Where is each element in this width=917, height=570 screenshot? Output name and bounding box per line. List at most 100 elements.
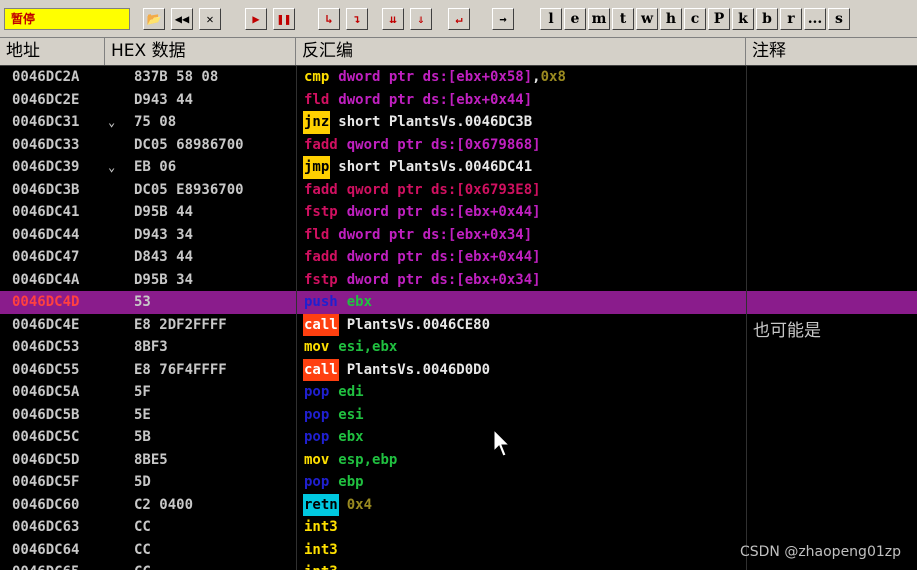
row-mnemonic: fstp	[304, 271, 338, 288]
toolbar-letter-button[interactable]: k	[732, 8, 754, 30]
trace-into-icon[interactable]: ⇊	[382, 8, 404, 30]
row-disassembly: pop ebx	[303, 426, 364, 449]
row-hex: CC	[134, 561, 151, 570]
listing-row[interactable]: 0046DC31 ⌄ 75 08 jnz short PlantsVs.0046DC3B	[0, 111, 917, 134]
column-disassembly[interactable]: 反汇编	[296, 38, 746, 65]
listing-row[interactable]: 0046DC63 CC int3	[0, 516, 917, 539]
toolbar-letter-button[interactable]: e	[564, 8, 586, 30]
row-address: 0046DC31	[12, 114, 80, 130]
row-operand: short PlantsVs.0046DC41	[338, 159, 533, 175]
row-operand: ebx	[346, 294, 373, 310]
goto-icon[interactable]: →	[492, 8, 514, 30]
close-icon[interactable]: ✕	[199, 8, 221, 30]
row-mnemonic: fadd	[304, 181, 338, 198]
listing-row[interactable]: 0046DC41 D95B 44 fstp dword ptr ds:[ebx+0x4…	[0, 201, 917, 224]
row-mnemonic: pop	[304, 474, 330, 490]
row-disassembly: int3	[303, 561, 347, 570]
row-disassembly: cmp dword ptr ds:[ebx+0x58],0x8	[303, 66, 566, 89]
listing-row[interactable]: 0046DC39 ⌄ EB 06 jmp short PlantsVs.0046DC41	[0, 156, 917, 179]
toolbar-letter-button[interactable]: m	[588, 8, 610, 30]
row-hex: D943 34	[134, 226, 194, 243]
watermark: CSDN @zhaopeng01zp	[739, 544, 901, 560]
row-address: 0046DC60	[12, 496, 80, 513]
row-mnemonic: int3	[304, 519, 338, 535]
row-disassembly: retn 0x4	[303, 493, 373, 516]
listing-row[interactable]: 0046DC5D 8BE5 mov esp,ebp	[0, 449, 917, 472]
row-mnemonic: jnz	[303, 111, 331, 134]
open-folder-icon[interactable]: 📂	[143, 8, 165, 30]
execute-till-return-icon[interactable]: ↵	[448, 8, 470, 30]
row-disassembly: call PlantsVs.0046D0D0	[303, 358, 490, 381]
toolbar-letter-button[interactable]: t	[612, 8, 634, 30]
column-hex[interactable]: HEX 数据	[105, 38, 296, 65]
row-disassembly: fadd dword ptr ds:[ebx+0x44]	[303, 246, 541, 269]
row-mnemonic: pop	[304, 384, 330, 400]
row-mnemonic: int3	[303, 561, 339, 570]
row-address: 0046DC33	[12, 136, 80, 153]
row-address: 0046DC65	[12, 561, 79, 570]
step-into-icon[interactable]: ↳	[318, 8, 340, 30]
row-address: 0046DC3B	[12, 181, 80, 198]
run-icon[interactable]: ▶	[245, 8, 267, 30]
pause-icon[interactable]: ❚❚	[273, 8, 295, 30]
row-mnemonic: fld	[304, 226, 330, 243]
row-hex: 5F	[134, 384, 151, 400]
row-hex: CC	[134, 541, 151, 558]
toolbar-letter-button[interactable]: r	[780, 8, 802, 30]
row-operand: ,	[532, 69, 541, 85]
column-separator	[746, 66, 747, 570]
row-hex: 837B 58 08	[134, 69, 219, 85]
step-over-icon[interactable]: ↴	[346, 8, 368, 30]
row-disassembly: push ebx	[303, 291, 372, 314]
row-mnemonic: fstp	[304, 204, 338, 220]
rewind-icon[interactable]: ◀◀	[171, 8, 193, 30]
trace-over-icon[interactable]: ⇓	[410, 8, 432, 30]
listing-row[interactable]: 0046DC5B 5E pop esi	[0, 404, 917, 427]
row-mnemonic: cmp	[304, 69, 330, 85]
listing-row[interactable]: 0046DC60 C2 0400 retn 0x4	[0, 493, 917, 516]
column-comment[interactable]: 注释	[746, 38, 917, 65]
row-operand: ebp	[338, 474, 364, 490]
listing-row[interactable]: 0046DC2A 837B 58 08 cmp dword ptr ds:[ebx+0…	[0, 66, 917, 89]
toolbar-letter-button[interactable]: s	[828, 8, 850, 30]
toolbar-letter-button[interactable]: b	[756, 8, 778, 30]
listing-row[interactable]: 0046DC5C 5B pop ebx	[0, 426, 917, 449]
status-indicator: 暂停	[4, 8, 130, 30]
toolbar-letter-button[interactable]: w	[636, 8, 658, 30]
toolbar-letter-button[interactable]: c	[684, 8, 706, 30]
toolbar: 暂停 📂 ◀◀ ✕ ▶ ❚❚ ↳ ↴ ⇊ ⇓ ↵ → l e m t w h c Pk b r... s	[0, 0, 917, 38]
listing-row[interactable]: 0046DC5A 5F pop edi	[0, 381, 917, 404]
row-disassembly: int3	[303, 516, 347, 539]
column-address[interactable]: 地址	[0, 38, 105, 65]
row-hex: D95B 44	[134, 204, 194, 220]
row-mnemonic: pop	[304, 429, 330, 445]
row-address: 0046DC39	[12, 159, 80, 175]
row-operand: esi	[338, 406, 364, 423]
listing-row[interactable]: 0046DC47 D843 44 fadd dword ptr ds:[ebx+0x4…	[0, 246, 917, 269]
row-hex: E8 2DF2FFFF	[134, 316, 227, 333]
listing-row[interactable]: 0046DC55 E8 76F4FFFF call PlantsVs.0046D0D0	[0, 358, 917, 381]
listing-row[interactable]: 0046DC4D 53 push ebx	[0, 291, 917, 314]
listing-row[interactable]: 0046DC4A D95B 34 fstp dword ptr ds:[ebx+0x3…	[0, 269, 917, 292]
toolbar-letter-button[interactable]: h	[660, 8, 682, 30]
row-disassembly: pop ebp	[303, 471, 364, 494]
row-hex: 5E	[134, 406, 151, 423]
listing-row[interactable]: 0046DC5F 5D pop ebp	[0, 471, 917, 494]
row-operand: esp,ebp	[338, 451, 398, 468]
listing-row[interactable]: 0046DC2E D943 44 fld dword ptr ds:[ebx+0x44…	[0, 89, 917, 112]
listing-row[interactable]: 0046DC44 D943 34 fld dword ptr ds:[ebx+0x34…	[0, 224, 917, 247]
toolbar-letter-button[interactable]: P	[708, 8, 730, 30]
listing-row[interactable]: 0046DC65 CC int3	[0, 561, 917, 570]
toolbar-letter-button[interactable]: l	[540, 8, 562, 30]
row-mnemonic: fadd	[304, 249, 338, 265]
listing-row[interactable]: 0046DC3B DC05 E8936700 fadd qword ptr ds:[0…	[0, 179, 917, 202]
comment-text: 也可能是	[753, 321, 821, 341]
row-address: 0046DC5A	[12, 384, 80, 400]
listing-row[interactable]: 0046DC33 DC05 68986700 fadd qword ptr ds:[0…	[0, 134, 917, 157]
row-mnemonic: push	[304, 294, 338, 310]
row-mnemonic: mov	[304, 339, 330, 355]
column-separator	[296, 66, 297, 570]
row-mnemonic: fadd	[304, 136, 338, 153]
toolbar-letter-button[interactable]: ...	[804, 8, 826, 30]
row-operand: 0x4	[346, 496, 373, 513]
